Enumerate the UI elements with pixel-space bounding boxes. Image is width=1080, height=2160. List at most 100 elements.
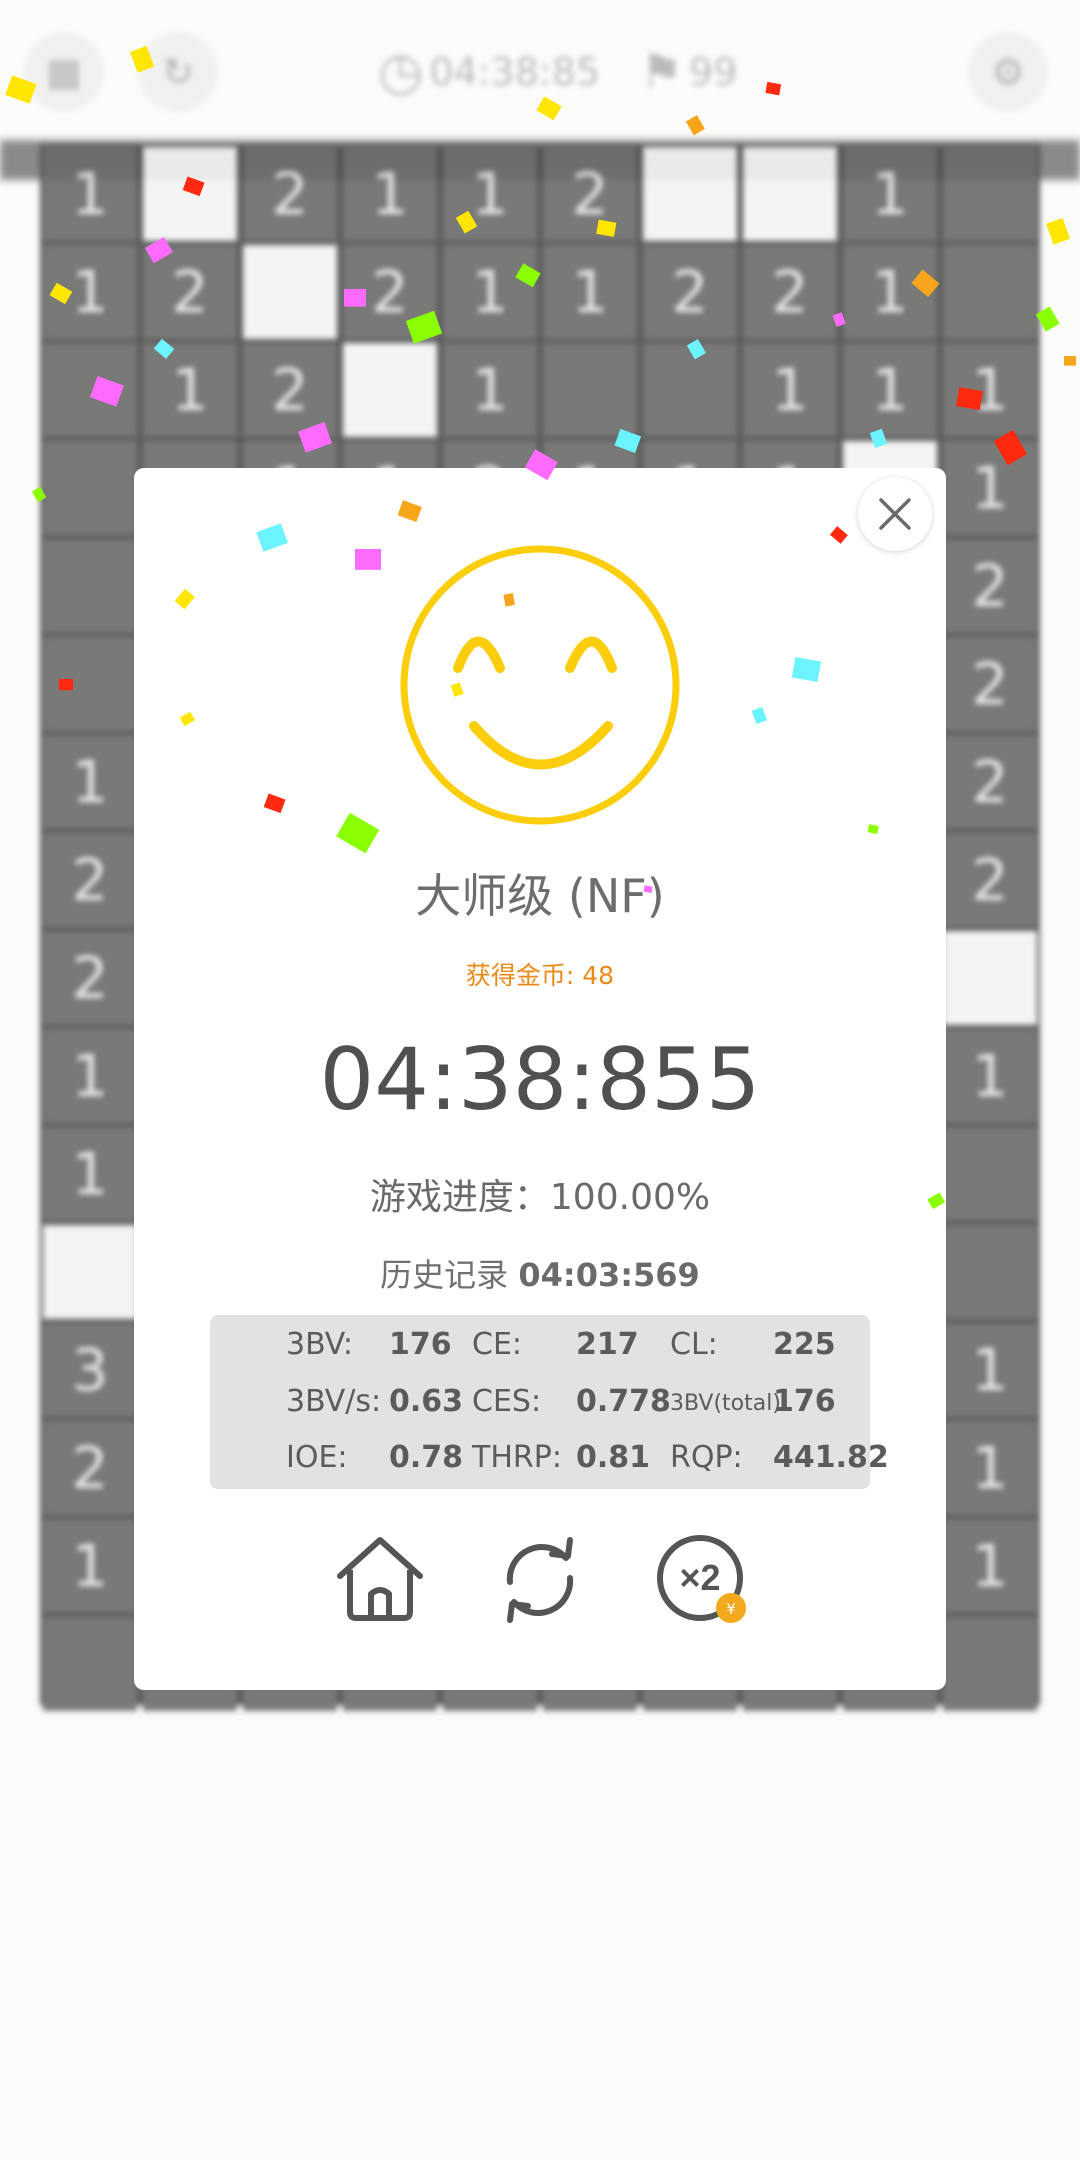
board-cell[interactable]: 2 [943, 539, 1037, 633]
record-value: 04:03:569 [518, 1256, 700, 1294]
board-cell[interactable]: 1 [443, 245, 537, 339]
board-cell[interactable] [43, 1617, 137, 1711]
flag-icon: ⚑ [640, 44, 684, 100]
board-cell[interactable] [43, 441, 137, 535]
coin-icon: ¥ [726, 1600, 736, 1618]
board-cell[interactable]: 1 [43, 735, 137, 829]
board-cell[interactable] [643, 147, 737, 241]
board-cell[interactable]: 1 [743, 343, 837, 437]
record-label: 历史记录 [380, 1256, 519, 1294]
home-icon [337, 1537, 423, 1621]
board-cell[interactable] [43, 539, 137, 633]
board-cell[interactable]: 2 [43, 833, 137, 927]
board-cell[interactable]: 2 [643, 245, 737, 339]
board-cell[interactable] [143, 147, 237, 241]
board-cell[interactable]: 1 [43, 147, 137, 241]
board-cell[interactable]: 2 [243, 343, 337, 437]
difficulty-title: 大师级 (NF) [415, 869, 665, 923]
refresh-icon [506, 1537, 574, 1623]
board-cell[interactable]: 3 [43, 1323, 137, 1417]
board-cell[interactable]: 1 [843, 147, 937, 241]
board-cell[interactable]: 2 [43, 931, 137, 1025]
board-cell[interactable] [343, 343, 437, 437]
stat-thrp-value: 0.81 [576, 1440, 651, 1475]
stat-ioe-label: IOE: [286, 1440, 348, 1475]
stat-3bv-total-label: 3BV(total): [670, 1391, 789, 1416]
board-cell[interactable] [643, 343, 737, 437]
top-timer: ◷ 04:38:85 [378, 42, 600, 102]
board-cell[interactable] [943, 1225, 1037, 1319]
game-progress: 游戏进度：100.00% [369, 1177, 711, 1218]
clock-icon: ◷ [378, 42, 424, 102]
finish-time: 04:38:855 [319, 1030, 761, 1130]
board-cell[interactable]: 1 [943, 343, 1037, 437]
board-cell[interactable] [943, 245, 1037, 339]
board-cell[interactable]: 2 [143, 245, 237, 339]
stat-3bvs-label: 3BV/s: [286, 1384, 382, 1419]
board-cell[interactable]: 1 [943, 1421, 1037, 1515]
board-cell[interactable]: 1 [843, 245, 937, 339]
flag-count-text: 99 [689, 50, 738, 94]
board-cell[interactable] [943, 1617, 1037, 1711]
x2-text: ×2 [679, 1557, 720, 1598]
double-coins-button[interactable]: ×2 ¥ [652, 1530, 762, 1640]
stat-3bv-total-value: 176 [773, 1384, 836, 1419]
board-cell[interactable]: 2 [243, 147, 337, 241]
board-cell[interactable]: 1 [343, 147, 437, 241]
board-cell[interactable]: 1 [43, 245, 137, 339]
stat-ce-label: CE: [472, 1327, 523, 1362]
board-cell[interactable]: 2 [943, 833, 1037, 927]
board-cell[interactable]: 2 [343, 245, 437, 339]
stat-thrp-label: THRP: [472, 1440, 562, 1475]
board-cell[interactable] [543, 343, 637, 437]
restart-button[interactable] [490, 1530, 590, 1630]
board-cell[interactable] [243, 245, 337, 339]
close-button[interactable] [858, 477, 932, 551]
home-button[interactable] [330, 1530, 430, 1630]
stat-ce-value: 217 [576, 1327, 639, 1362]
board-cell[interactable] [943, 147, 1037, 241]
board-cell[interactable]: 2 [943, 637, 1037, 731]
board-cell[interactable]: 1 [443, 343, 537, 437]
board-cell[interactable]: 1 [43, 1029, 137, 1123]
stat-ioe-value: 0.78 [389, 1440, 464, 1475]
stat-3bvs-value: 0.63 [389, 1384, 464, 1419]
close-icon [879, 498, 911, 530]
stat-cl-value: 225 [773, 1327, 836, 1362]
board-cell[interactable]: 2 [743, 245, 837, 339]
board-cell[interactable]: 2 [943, 735, 1037, 829]
stat-ces-value: 0.778 [576, 1384, 671, 1419]
board-cell[interactable]: 1 [143, 343, 237, 437]
board-cell[interactable]: 1 [943, 1323, 1037, 1417]
board-cell[interactable]: 1 [943, 441, 1037, 535]
settings-button[interactable]: ⚙ [968, 32, 1048, 112]
board-cell[interactable] [43, 637, 137, 731]
stat-rqp-value: 441.82 [773, 1440, 889, 1475]
board-cell[interactable]: 1 [443, 147, 537, 241]
board-cell[interactable]: 1 [943, 1029, 1037, 1123]
board-cell[interactable]: 1 [943, 1519, 1037, 1613]
board-cell[interactable]: 1 [543, 245, 637, 339]
restart-top-button[interactable]: ↻ [138, 32, 218, 112]
board-cell[interactable] [943, 931, 1037, 1025]
board-cell[interactable]: 2 [543, 147, 637, 241]
board-cell[interactable] [43, 343, 137, 437]
x2-icon: ×2 ¥ [657, 1535, 746, 1623]
board-cell[interactable]: 2 [43, 1421, 137, 1515]
board-cell[interactable] [943, 1127, 1037, 1221]
board-cell[interactable] [743, 147, 837, 241]
flag-counter: ⚑ 99 [640, 42, 737, 102]
menu-button[interactable]: ▦ [24, 32, 104, 112]
stat-3bv-value: 176 [389, 1327, 452, 1362]
refresh-icon: ↻ [162, 50, 194, 94]
board-cell[interactable]: 1 [43, 1519, 137, 1613]
board-cell[interactable]: 1 [43, 1127, 137, 1221]
coins-earned: 获得金币: 48 [465, 961, 615, 990]
board-cell[interactable] [43, 1225, 137, 1319]
stat-3bv-label: 3BV: [286, 1327, 353, 1362]
board-cell[interactable]: 1 [843, 343, 937, 437]
stat-cl-label: CL: [670, 1327, 718, 1362]
stat-rqp-label: RQP: [670, 1440, 743, 1475]
gear-icon: ⚙ [990, 50, 1026, 94]
stat-ces-label: CES: [472, 1384, 542, 1419]
